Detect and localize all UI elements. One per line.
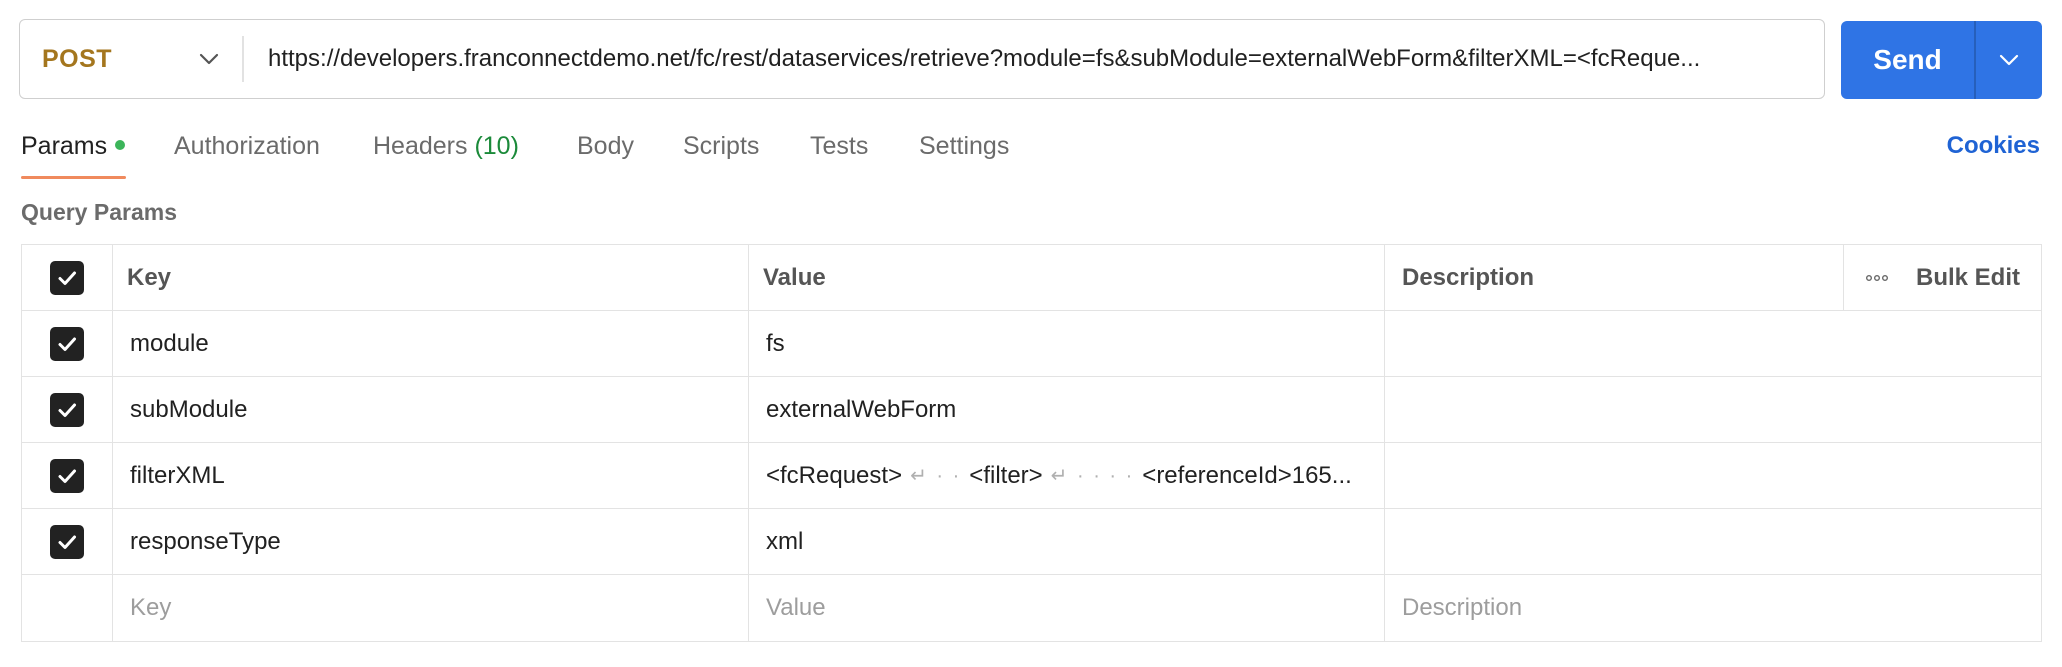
whitespace-marker: ↵ · · · · — [1050, 465, 1135, 487]
active-tab-indicator — [21, 176, 126, 179]
tab-body[interactable]: Body — [577, 132, 634, 161]
cookies-link[interactable]: Cookies — [1947, 132, 2040, 160]
table-row: filterXML <fcRequest> ↵ · · <filter> ↵ ·… — [22, 443, 2041, 509]
checkmark-icon — [58, 403, 76, 417]
row-checkbox[interactable] — [50, 326, 84, 361]
new-description-input[interactable]: Description — [1385, 575, 2041, 641]
request-editor: POST https://developers.franconnectdemo.… — [0, 0, 2062, 667]
tab-params-label: Params — [21, 132, 108, 160]
tab-headers-label: Headers — [373, 132, 468, 160]
chevron-down-icon — [198, 52, 220, 66]
bulk-edit-area: Bulk Edit — [1844, 245, 2041, 310]
tab-tests[interactable]: Tests — [810, 132, 868, 161]
param-value-cell[interactable]: externalWebForm — [749, 377, 1385, 442]
param-key-cell[interactable]: subModule — [113, 377, 749, 442]
tab-authorization[interactable]: Authorization — [174, 132, 320, 161]
xml-token: <filter> — [969, 461, 1043, 489]
checkmark-icon — [58, 535, 76, 549]
row-checkbox[interactable] — [50, 458, 84, 493]
method-label: POST — [42, 44, 113, 73]
send-button-group: Send — [1841, 21, 2042, 99]
column-header-key: Key — [113, 245, 749, 310]
more-options-icon[interactable] — [1866, 274, 1888, 282]
table-row: subModule externalWebForm — [22, 377, 2041, 443]
send-button[interactable]: Send — [1841, 21, 1974, 99]
params-active-dot — [115, 140, 126, 150]
request-tabs: Params Authorization Headers (10) Body S… — [0, 120, 2062, 182]
checkmark-icon — [58, 469, 76, 483]
tab-scripts[interactable]: Scripts — [683, 132, 759, 161]
row-checkbox-cell — [22, 443, 113, 508]
query-params-title: Query Params — [21, 199, 177, 225]
table-row: responseType xml — [22, 509, 2041, 575]
table-header-row: Key Value Description Bulk Edit — [22, 245, 2041, 311]
url-input[interactable]: https://developers.franconnectdemo.net/f… — [244, 20, 1824, 98]
tab-params[interactable]: Params — [21, 132, 126, 161]
param-key-cell[interactable]: filterXML — [113, 443, 749, 508]
param-description-cell[interactable] — [1385, 443, 2041, 508]
param-key-cell[interactable]: responseType — [113, 509, 749, 574]
new-key-input[interactable]: Key — [113, 575, 749, 641]
empty-checkbox-cell — [22, 575, 113, 641]
checkmark-icon — [58, 271, 76, 285]
xml-token: <referenceId>165... — [1142, 461, 1352, 489]
tab-settings[interactable]: Settings — [919, 132, 1009, 161]
param-value-cell[interactable]: fs — [749, 311, 1385, 376]
send-options-button[interactable] — [1976, 21, 2043, 99]
column-header-value: Value — [749, 245, 1385, 310]
whitespace-marker: ↵ · · — [910, 465, 962, 487]
row-checkbox[interactable] — [50, 392, 84, 427]
xml-token: <fcRequest> — [766, 461, 903, 489]
header-checkbox-cell — [22, 245, 113, 310]
chevron-down-icon — [1998, 53, 2020, 67]
table-row: module fs — [22, 311, 2041, 377]
headers-count: (10) — [474, 132, 519, 160]
new-value-input[interactable]: Value — [749, 575, 1385, 641]
param-description-cell[interactable] — [1385, 311, 2041, 376]
query-params-table: Key Value Description Bulk Edit module f… — [21, 244, 2042, 642]
column-header-description: Description — [1385, 245, 1844, 310]
select-all-checkbox[interactable] — [50, 260, 84, 295]
row-checkbox-cell — [22, 377, 113, 442]
request-url-bar: POST https://developers.franconnectdemo.… — [19, 19, 1825, 99]
row-checkbox-cell — [22, 311, 113, 376]
tab-headers[interactable]: Headers (10) — [373, 132, 519, 161]
param-description-cell[interactable] — [1385, 377, 2041, 442]
param-value-cell[interactable]: <fcRequest> ↵ · · <filter> ↵ · · · · <re… — [749, 443, 1385, 508]
param-description-cell[interactable] — [1385, 509, 2041, 574]
param-value-cell[interactable]: xml — [749, 509, 1385, 574]
param-key-cell[interactable]: module — [113, 311, 749, 376]
row-checkbox[interactable] — [50, 524, 84, 559]
checkmark-icon — [58, 337, 76, 351]
new-param-row: Key Value Description — [22, 575, 2041, 641]
xml-value-preview: <fcRequest> ↵ · · <filter> ↵ · · · · <re… — [766, 462, 1352, 490]
bulk-edit-button[interactable]: Bulk Edit — [1916, 264, 2020, 292]
url-text: https://developers.franconnectdemo.net/f… — [268, 45, 1701, 72]
row-checkbox-cell — [22, 509, 113, 574]
method-dropdown[interactable]: POST — [20, 20, 242, 98]
